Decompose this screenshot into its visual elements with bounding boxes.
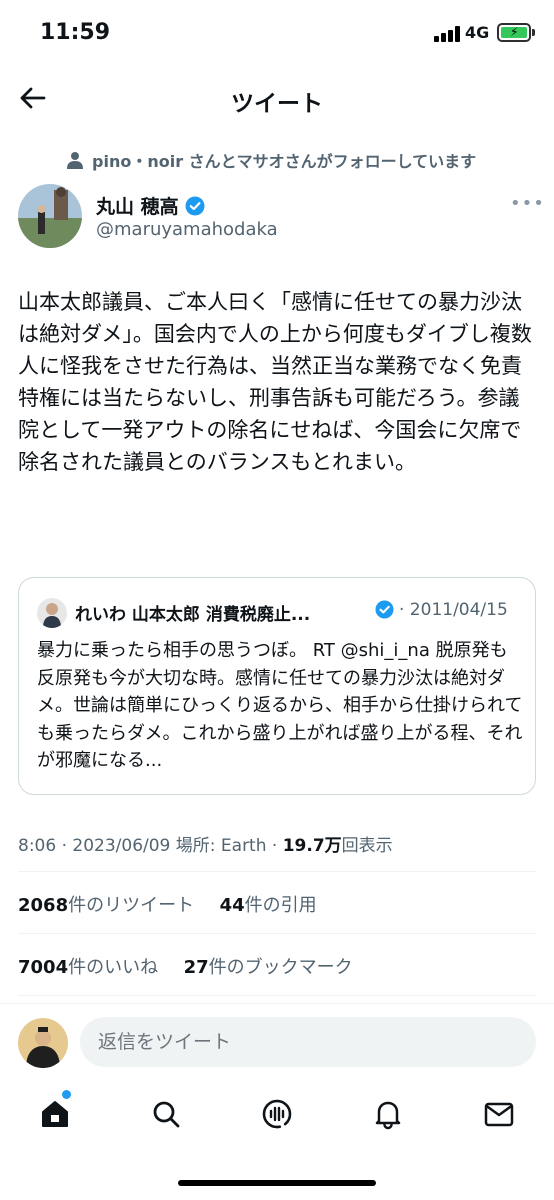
- divider: [18, 871, 536, 872]
- status-bar: 11:59 4G ⚡: [0, 0, 554, 70]
- person-icon: [66, 151, 84, 169]
- user-avatar[interactable]: [18, 1018, 68, 1068]
- retweets-link[interactable]: 2068件のリツイート: [18, 895, 194, 916]
- signal-icon: [434, 26, 460, 42]
- reply-bar: 返信をツイート: [0, 1003, 554, 1077]
- tab-spaces[interactable]: [255, 1092, 299, 1136]
- tweet-meta: 8:06 · 2023/06/09 場所: Earth · 19.7万回表示: [18, 831, 393, 856]
- network-type: 4G: [465, 23, 490, 42]
- author-handle[interactable]: @maruyamahodaka: [96, 219, 278, 240]
- tab-messages[interactable]: [477, 1092, 521, 1136]
- battery-icon: ⚡: [497, 23, 531, 42]
- tweet-text: 山本太郎議員、ご本人曰く「感情に任せての暴力沙汰は絶対ダメ」。国会内で人の上から…: [18, 290, 532, 474]
- divider: [18, 995, 536, 996]
- spaces-icon: [262, 1099, 292, 1129]
- author-name[interactable]: 丸山 穂高: [96, 192, 205, 219]
- divider: [18, 933, 536, 934]
- tab-notifications[interactable]: [366, 1092, 410, 1136]
- more-options-icon[interactable]: •••: [510, 193, 545, 214]
- author-avatar[interactable]: [18, 184, 82, 248]
- reply-input[interactable]: 返信をツイート: [80, 1017, 536, 1067]
- home-icon: [42, 1101, 68, 1127]
- envelope-icon: [484, 1102, 514, 1127]
- tab-search[interactable]: [144, 1092, 188, 1136]
- home-notification-dot: [62, 1090, 71, 1099]
- bookmarks-label: 件のブックマーク: [208, 957, 353, 978]
- quotes-count: 44: [219, 895, 245, 916]
- page-title: ツイート: [231, 91, 323, 117]
- search-icon: [153, 1101, 180, 1128]
- bookmarks-link[interactable]: 27件のブックマーク: [184, 957, 353, 978]
- tab-home[interactable]: [33, 1092, 77, 1136]
- nav-header: ツイート: [0, 70, 554, 126]
- likes-label: 件のいいね: [68, 957, 159, 978]
- stats-row-likes: 7004件のいいね 27件のブックマーク: [18, 953, 353, 979]
- tweet-timestamp: 8:06 · 2023/06/09: [18, 836, 171, 856]
- bottom-tab-bar: [0, 1080, 554, 1150]
- social-context[interactable]: pino・noir さんとマサオさんがフォローしています: [66, 148, 476, 172]
- quote-tweet-card[interactable]: れいわ 山本太郎 消費税廃止... · 2011/04/15 暴力に乗ったら相手…: [18, 577, 536, 795]
- stats-row-retweets: 2068件のリツイート 44件の引用: [18, 891, 317, 917]
- views-count: 19.7万: [282, 836, 342, 856]
- bookmarks-count: 27: [183, 957, 209, 978]
- tweet-location: 場所: Earth ·: [175, 836, 278, 856]
- home-indicator[interactable]: [178, 1180, 376, 1186]
- author-name-text: 丸山 穂高: [96, 196, 179, 218]
- bell-icon: [375, 1101, 401, 1130]
- quote-date: · 2011/04/15: [399, 600, 508, 620]
- verified-badge-icon: [185, 196, 205, 216]
- views-label: 回表示: [341, 836, 393, 856]
- likes-link[interactable]: 7004件のいいね: [18, 957, 158, 978]
- quotes-link[interactable]: 44件の引用: [220, 895, 317, 916]
- quote-author-avatar: [37, 598, 67, 628]
- status-time: 11:59: [40, 20, 111, 45]
- quote-text: 暴力に乗ったら相手の思うつぼ。 RT @shi_i_na 脱原発も反原発も今が大…: [37, 640, 523, 771]
- likes-count: 7004: [18, 957, 69, 978]
- quotes-label: 件の引用: [244, 895, 317, 916]
- battery-tip: [532, 29, 535, 36]
- retweets-label: 件のリツイート: [68, 895, 195, 916]
- verified-badge-icon: [375, 600, 394, 619]
- social-context-text: pino・noir さんとマサオさんがフォローしています: [92, 152, 477, 171]
- quote-author-name: れいわ 山本太郎 消費税廃止...: [75, 605, 311, 625]
- retweets-count: 2068: [18, 895, 69, 916]
